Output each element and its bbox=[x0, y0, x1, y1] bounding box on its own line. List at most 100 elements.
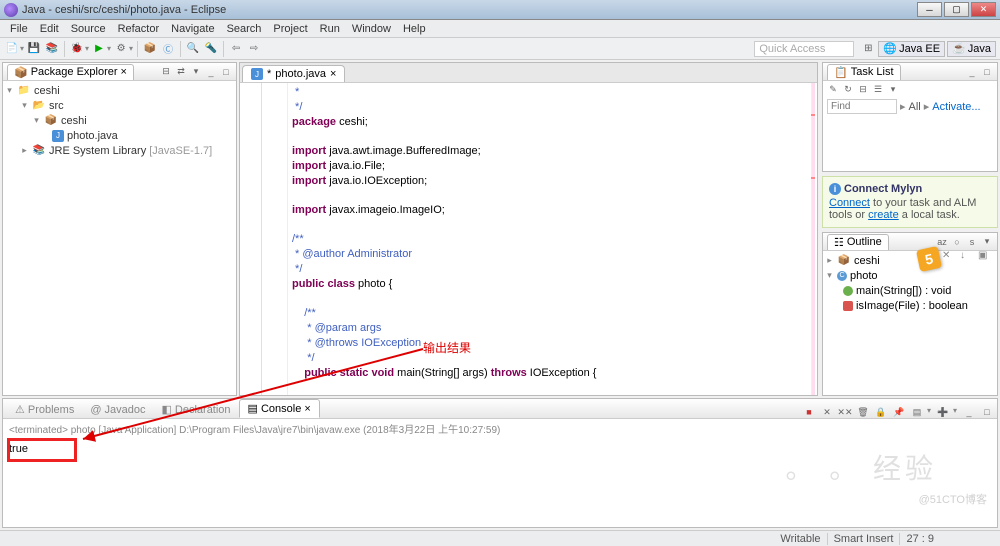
sync-icon[interactable]: ↻ bbox=[842, 83, 854, 95]
forward-button[interactable]: ⇨ bbox=[246, 41, 262, 57]
clear-console-icon[interactable]: 🗑 bbox=[857, 406, 869, 418]
quick-access-input[interactable]: Quick Access bbox=[754, 41, 854, 57]
terminate-icon[interactable]: ■ bbox=[803, 406, 815, 418]
expand-icon[interactable]: ▾ bbox=[825, 270, 834, 281]
maximize-icon[interactable]: □ bbox=[981, 406, 993, 418]
package-explorer-tab[interactable]: 📦 Package Explorer × bbox=[7, 64, 134, 80]
debug-dropdown[interactable]: ▾ bbox=[85, 44, 89, 53]
open-perspective-button[interactable]: ⊞ bbox=[860, 41, 876, 57]
scroll-lock-icon[interactable]: 🔒 bbox=[875, 406, 887, 418]
close-icon[interactable]: × bbox=[330, 68, 336, 80]
remove-all-icon[interactable]: ✕✕ bbox=[839, 406, 851, 418]
tab-console[interactable]: ▤Console× bbox=[239, 399, 320, 418]
menu-source[interactable]: Source bbox=[65, 23, 112, 35]
minimize-icon[interactable]: _ bbox=[205, 66, 217, 78]
menu-run[interactable]: Run bbox=[314, 23, 346, 35]
maximize-icon[interactable]: □ bbox=[220, 66, 232, 78]
menu-search[interactable]: Search bbox=[221, 23, 268, 35]
editor-tab-photo[interactable]: J *photo.java × bbox=[242, 65, 345, 82]
remove-launch-icon[interactable]: ✕ bbox=[821, 406, 833, 418]
sort-icon[interactable]: az bbox=[936, 236, 948, 248]
tree-jre-library[interactable]: ▸ 📚 JRE System Library [JavaSE-1.7] bbox=[5, 143, 234, 158]
task-all-label[interactable]: All bbox=[909, 101, 921, 113]
expand-icon[interactable]: ▸ bbox=[20, 145, 29, 156]
minimize-button[interactable]: ─ bbox=[917, 2, 942, 17]
tab-problems[interactable]: ⚠Problems bbox=[7, 401, 82, 418]
mini-btn[interactable]: ↓ bbox=[960, 250, 974, 264]
tree-src[interactable]: ▾ 📂 src bbox=[5, 98, 234, 113]
mylyn-create-link[interactable]: create bbox=[868, 209, 899, 221]
outline-class[interactable]: ▾ C photo bbox=[825, 268, 995, 283]
outline-tab[interactable]: ☷ Outline bbox=[827, 234, 889, 250]
expand-icon[interactable]: ▾ bbox=[5, 85, 14, 96]
maximize-button[interactable]: ▢ bbox=[944, 2, 969, 17]
hide-fields-icon[interactable]: ○ bbox=[951, 236, 963, 248]
menu-refactor[interactable]: Refactor bbox=[112, 23, 166, 35]
code-editor[interactable]: * */ package ceshi; import java.awt.imag… bbox=[240, 83, 817, 395]
view-menu-icon[interactable]: ▾ bbox=[981, 236, 993, 248]
mini-btn[interactable]: ✕ bbox=[942, 250, 956, 264]
console-panel: ⚠Problems @Javadoc ◧Declaration ▤Console… bbox=[2, 398, 998, 528]
editor-gutter bbox=[240, 83, 288, 395]
search-button[interactable]: 🔦 bbox=[203, 41, 219, 57]
close-button[interactable]: ✕ bbox=[971, 2, 996, 17]
task-activate-link[interactable]: Activate... bbox=[932, 101, 980, 113]
code-text[interactable]: * */ package ceshi; import java.awt.imag… bbox=[288, 83, 817, 395]
open-type-button[interactable]: 🔍 bbox=[185, 41, 201, 57]
menu-file[interactable]: File bbox=[4, 23, 34, 35]
new-task-icon[interactable]: ✎ bbox=[827, 83, 839, 95]
tree-package[interactable]: ▾ 📦 ceshi bbox=[5, 113, 234, 128]
console-output[interactable]: true bbox=[3, 438, 997, 527]
menu-help[interactable]: Help bbox=[397, 23, 432, 35]
view-menu-icon[interactable]: ▾ bbox=[190, 66, 202, 78]
expand-icon[interactable]: ▾ bbox=[32, 115, 41, 126]
menu-navigate[interactable]: Navigate bbox=[165, 23, 220, 35]
mini-btn[interactable]: ▣ bbox=[978, 250, 992, 264]
close-icon[interactable]: × bbox=[121, 66, 127, 78]
maximize-icon[interactable]: □ bbox=[981, 66, 993, 78]
run-dropdown[interactable]: ▾ bbox=[107, 44, 111, 53]
perspective-java[interactable]: ☕Java bbox=[947, 41, 996, 57]
run-ext-dropdown[interactable]: ▾ bbox=[129, 44, 133, 53]
back-button[interactable]: ⇦ bbox=[228, 41, 244, 57]
save-all-button[interactable]: 📚 bbox=[44, 41, 60, 57]
task-find-input[interactable] bbox=[827, 99, 897, 114]
new-class-button[interactable]: Ⓒ bbox=[160, 41, 176, 57]
new-dropdown[interactable]: ▾ bbox=[20, 44, 24, 53]
open-console-icon[interactable]: ➕ bbox=[937, 406, 949, 418]
save-button[interactable]: 💾 bbox=[26, 41, 42, 57]
expand-icon[interactable]: ▸ bbox=[825, 255, 834, 266]
outline-method-main[interactable]: main(String[]) : void bbox=[825, 283, 995, 298]
package-explorer-header: 📦 Package Explorer × ⊟ ⇄ ▾ _ □ bbox=[3, 63, 236, 81]
link-editor-icon[interactable]: ⇄ bbox=[175, 66, 187, 78]
run-ext-button[interactable]: ⚙ bbox=[113, 41, 129, 57]
new-package-button[interactable]: 📦 bbox=[142, 41, 158, 57]
overview-ruler[interactable] bbox=[811, 83, 815, 395]
debug-button[interactable]: 🐞 bbox=[69, 41, 85, 57]
menu-window[interactable]: Window bbox=[346, 23, 397, 35]
hide-static-icon[interactable]: s bbox=[966, 236, 978, 248]
outline-method-isimage[interactable]: isImage(File) : boolean bbox=[825, 298, 995, 313]
tree-project[interactable]: ▾ 📁 ceshi bbox=[5, 83, 234, 98]
filter-icon[interactable]: ☰ bbox=[872, 83, 884, 95]
view-menu-icon[interactable]: ▾ bbox=[887, 83, 899, 95]
menu-edit[interactable]: Edit bbox=[34, 23, 65, 35]
pin-console-icon[interactable]: 📌 bbox=[893, 406, 905, 418]
folding-ruler[interactable] bbox=[252, 83, 262, 395]
close-icon[interactable]: × bbox=[304, 403, 310, 415]
collapse-icon[interactable]: ⊟ bbox=[857, 83, 869, 95]
tab-javadoc[interactable]: @Javadoc bbox=[82, 402, 153, 418]
display-console-icon[interactable]: ▤ bbox=[911, 406, 923, 418]
minimize-icon[interactable]: _ bbox=[963, 406, 975, 418]
new-button[interactable]: 📄 bbox=[4, 41, 20, 57]
run-button[interactable]: ▶ bbox=[91, 41, 107, 57]
collapse-all-icon[interactable]: ⊟ bbox=[160, 66, 172, 78]
perspective-javaee[interactable]: 🌐Java EE bbox=[878, 41, 945, 57]
menu-project[interactable]: Project bbox=[267, 23, 313, 35]
tab-declaration[interactable]: ◧Declaration bbox=[154, 401, 239, 418]
minimize-icon[interactable]: _ bbox=[966, 66, 978, 78]
expand-icon[interactable]: ▾ bbox=[20, 100, 29, 111]
mylyn-connect-link[interactable]: Connect bbox=[829, 197, 870, 209]
task-list-tab[interactable]: 📋 Task List bbox=[827, 64, 901, 80]
tree-java-file[interactable]: J photo.java bbox=[5, 128, 234, 143]
